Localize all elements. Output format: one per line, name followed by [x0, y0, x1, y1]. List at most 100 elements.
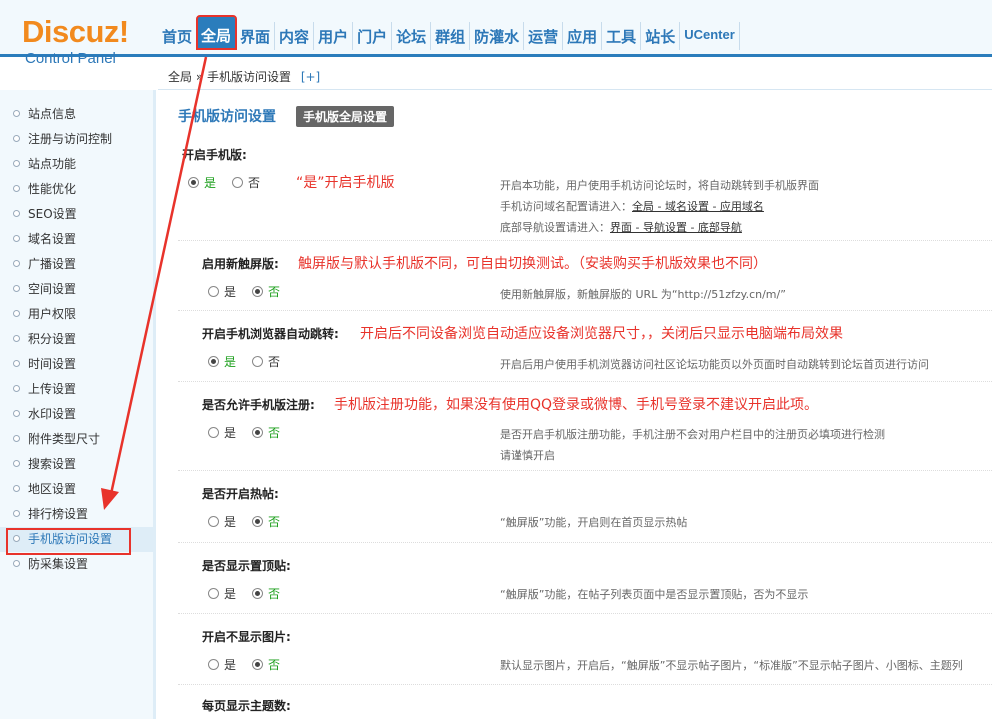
- link-prefix: 手机访问域名配置请进入：: [500, 200, 632, 213]
- option-label: 是: [224, 426, 237, 440]
- bullet-icon: [13, 110, 20, 117]
- sidebar-item-label: 站点功能: [28, 157, 77, 171]
- sidebar-item-site-info[interactable]: 站点信息: [0, 102, 153, 127]
- sidebar-item-broadcast[interactable]: 广播设置: [0, 252, 153, 277]
- nav-settings-link[interactable]: 界面 - 导航设置 - 底部导航: [610, 221, 742, 234]
- nav-content[interactable]: 内容: [275, 22, 315, 50]
- bullet-icon: [13, 310, 20, 317]
- option-no[interactable]: 否: [252, 424, 280, 441]
- sidebar-item-anti-scrape[interactable]: 防采集设置: [0, 552, 153, 577]
- page-title: 手机版访问设置: [178, 109, 276, 125]
- tab-mobile-global[interactable]: 手机版全局设置: [296, 105, 395, 127]
- sidebar-item-ranking[interactable]: 排行榜设置: [0, 502, 153, 527]
- setting-label: 是否开启热帖:: [202, 487, 279, 501]
- option-yes[interactable]: 是: [188, 174, 216, 191]
- option-no[interactable]: 否: [252, 283, 280, 300]
- description-line: 开启后用户使用手机浏览器访问社区论坛功能页以外页面时自动跳转到论坛首页进行访问: [500, 358, 929, 371]
- description-line: 手机访问域名配置请进入：全局 - 域名设置 - 应用域名: [500, 196, 819, 217]
- radio-yes[interactable]: [208, 427, 219, 438]
- sidebar-item-search[interactable]: 搜索设置: [0, 452, 153, 477]
- radio-no[interactable]: [252, 427, 264, 438]
- option-label: 否: [268, 355, 281, 369]
- sidebar-item-space[interactable]: 空间设置: [0, 277, 153, 302]
- nav-portal[interactable]: 门户: [353, 22, 393, 50]
- sidebar-item-watermark[interactable]: 水印设置: [0, 402, 153, 427]
- radio-no[interactable]: [232, 177, 244, 188]
- top-nav: 首页 全局 界面 内容 用户 门户 论坛 群组 防灌水 运营 应用 工具 站长 …: [158, 15, 740, 54]
- domain-settings-link[interactable]: 全局 - 域名设置 - 应用域名: [632, 200, 764, 213]
- option-yes[interactable]: 是: [208, 585, 236, 602]
- radio-no[interactable]: [252, 286, 264, 297]
- nav-interface[interactable]: 界面: [236, 22, 276, 50]
- setting-label: 是否显示置顶贴:: [202, 559, 291, 573]
- option-no[interactable]: 否: [252, 353, 280, 370]
- sidebar-item-mobile[interactable]: 手机版访问设置: [0, 527, 153, 555]
- sidebar-item-credits[interactable]: 积分设置: [0, 327, 153, 352]
- radio-no[interactable]: [252, 356, 264, 367]
- sidebar-item-label: 附件类型尺寸: [28, 432, 101, 446]
- radio-no[interactable]: [252, 588, 264, 599]
- sidebar-item-register[interactable]: 注册与访问控制: [0, 127, 153, 152]
- nav-antispam[interactable]: 防灌水: [470, 22, 525, 50]
- option-yes[interactable]: 是: [208, 353, 236, 370]
- nav-groups[interactable]: 群组: [431, 22, 471, 50]
- sidebar-item-time[interactable]: 时间设置: [0, 352, 153, 377]
- radio-yes[interactable]: [208, 588, 219, 599]
- nav-users[interactable]: 用户: [314, 22, 354, 50]
- radio-no[interactable]: [252, 516, 264, 527]
- option-no[interactable]: 否: [252, 585, 280, 602]
- nav-ucenter[interactable]: UCenter: [680, 22, 740, 50]
- option-label: 否: [268, 426, 281, 440]
- setting-auto-redirect: 开启手机浏览器自动跳转: 开启后不同设备浏览自动适应设备浏览器尺寸，，关闭后只显…: [178, 311, 992, 382]
- radio-no[interactable]: [252, 659, 264, 670]
- sidebar-item-attachment[interactable]: 附件类型尺寸: [0, 427, 153, 452]
- bullet-icon: [13, 385, 20, 392]
- sidebar-item-upload[interactable]: 上传设置: [0, 377, 153, 402]
- nav-home[interactable]: 首页: [158, 22, 198, 50]
- nav-forum[interactable]: 论坛: [392, 22, 432, 50]
- radio-yes[interactable]: [208, 356, 219, 367]
- setting-hot-threads: 是否开启热帖: 是 否 “触屏版”功能，开启则在首页显示热帖: [178, 471, 992, 543]
- bullet-icon: [13, 435, 20, 442]
- sidebar-item-seo[interactable]: SEO设置: [0, 202, 153, 227]
- option-label: 是: [224, 355, 237, 369]
- sidebar-item-site-features[interactable]: 站点功能: [0, 152, 153, 177]
- nav-operations[interactable]: 运营: [524, 22, 564, 50]
- logo-subtitle: Control Panel: [25, 50, 116, 67]
- sidebar-item-region[interactable]: 地区设置: [0, 477, 153, 502]
- sidebar-item-label: 防采集设置: [28, 557, 89, 571]
- sidebar-item-performance[interactable]: 性能优化: [0, 177, 153, 202]
- radio-yes[interactable]: [208, 659, 219, 670]
- bullet-icon: [13, 135, 20, 142]
- main-content: 手机版访问设置 手机版全局设置 开启手机版: “是”开启手机版 是 否 开启本功…: [178, 100, 992, 719]
- setting-label: 开启不显示图片:: [202, 630, 291, 644]
- bullet-icon: [13, 210, 20, 217]
- setting-description: 开启后用户使用手机浏览器访问社区论坛功能页以外页面时自动跳转到论坛首页进行访问: [500, 354, 929, 375]
- sidebar-item-domain[interactable]: 域名设置: [0, 227, 153, 252]
- sidebar-item-permissions[interactable]: 用户权限: [0, 302, 153, 327]
- option-no[interactable]: 否: [252, 513, 280, 530]
- title-row: 手机版访问设置 手机版全局设置: [178, 100, 992, 132]
- radio-group: 是 否: [208, 585, 296, 602]
- nav-apps[interactable]: 应用: [563, 22, 603, 50]
- radio-yes[interactable]: [208, 516, 219, 527]
- setting-label: 开启手机浏览器自动跳转:: [202, 327, 339, 341]
- annotation: 触屏版与默认手机版不同，可自由切换测试。（安装购买手机版效果也不同）: [298, 256, 767, 272]
- option-no[interactable]: 否: [252, 656, 280, 673]
- option-yes[interactable]: 是: [208, 424, 236, 441]
- sidebar-item-label: 排行榜设置: [28, 507, 89, 521]
- radio-yes[interactable]: [208, 286, 219, 297]
- radio-group: 是 否: [208, 656, 296, 673]
- add-shortcut-button[interactable]: [+]: [301, 70, 320, 84]
- option-no[interactable]: 否: [232, 174, 260, 191]
- nav-tools[interactable]: 工具: [602, 22, 642, 50]
- radio-yes[interactable]: [188, 177, 199, 188]
- nav-global[interactable]: 全局: [196, 15, 238, 50]
- option-label: 否: [268, 285, 281, 299]
- nav-webmaster[interactable]: 站长: [641, 22, 681, 50]
- option-yes[interactable]: 是: [208, 656, 236, 673]
- option-yes[interactable]: 是: [208, 283, 236, 300]
- annotation: “是”开启手机版: [296, 175, 395, 191]
- option-yes[interactable]: 是: [208, 513, 236, 530]
- option-label: 否: [248, 176, 261, 190]
